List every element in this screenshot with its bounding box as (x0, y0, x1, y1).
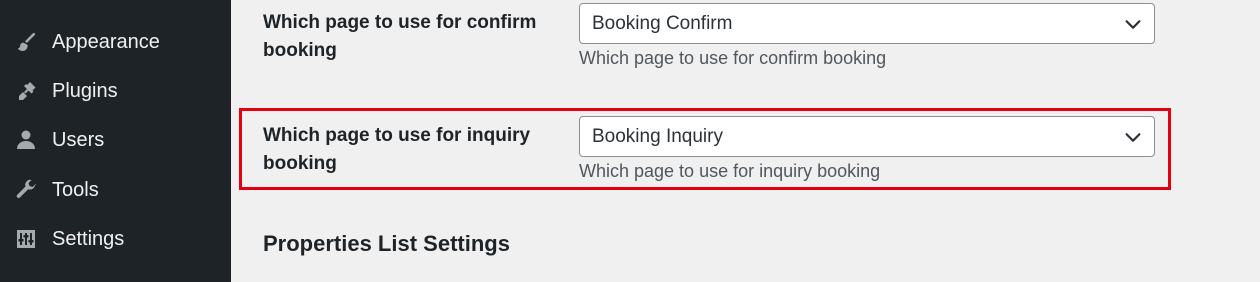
confirm-booking-select[interactable]: Booking Confirm (579, 3, 1155, 44)
sidebar-item-label: Plugins (52, 79, 118, 102)
section-title: Properties List Settings (263, 231, 510, 256)
chevron-down-icon (1122, 13, 1144, 35)
sidebar-item-label: Tools (52, 178, 99, 201)
sidebar-item-plugins[interactable]: Plugins (0, 71, 231, 111)
sidebar-item-tools[interactable]: Tools (0, 170, 231, 210)
inquiry-booking-description: Which page to use for inquiry booking (579, 161, 881, 181)
inquiry-booking-selected-value: Booking Inquiry (592, 125, 723, 147)
confirm-booking-selected-value: Booking Confirm (592, 12, 733, 34)
chevron-down-icon (1122, 126, 1144, 148)
sliders-icon (12, 225, 40, 253)
plug-icon (12, 77, 40, 105)
admin-sidebar: Appearance Plugins Users Tools Settings (0, 0, 231, 282)
sidebar-item-users[interactable]: Users (0, 120, 231, 160)
sidebar-item-settings[interactable]: Settings (0, 219, 231, 259)
settings-main: Which page to use for confirm booking Bo… (231, 0, 1260, 282)
confirm-booking-label: Which page to use for confirm booking (263, 12, 537, 61)
confirm-booking-description: Which page to use for confirm booking (579, 48, 887, 68)
sidebar-item-appearance[interactable]: Appearance (0, 22, 231, 62)
sidebar-item-label: Users (52, 128, 105, 151)
user-icon (12, 126, 40, 154)
sidebar-item-label: Appearance (52, 30, 160, 53)
wrench-icon (12, 176, 40, 204)
paintbrush-icon (12, 28, 40, 56)
inquiry-booking-label: Which page to use for inquiry booking (263, 125, 531, 174)
sidebar-item-label: Settings (52, 227, 125, 250)
inquiry-booking-select[interactable]: Booking Inquiry (579, 116, 1155, 157)
